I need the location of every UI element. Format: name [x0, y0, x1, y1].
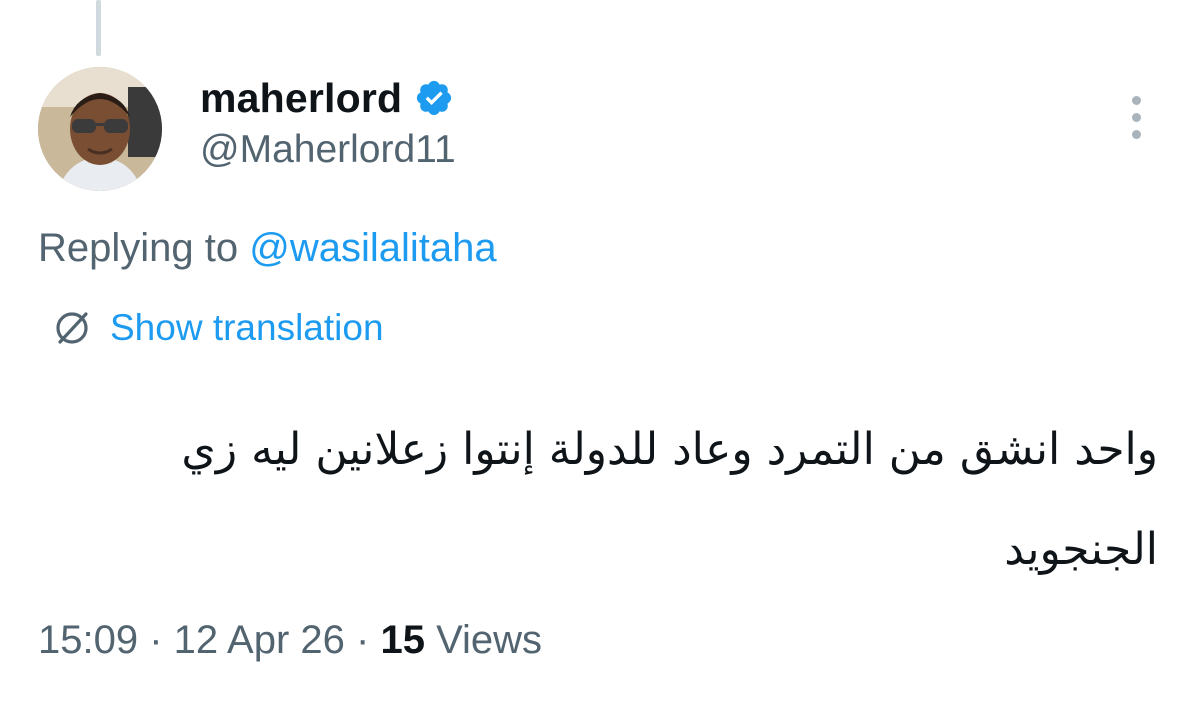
- thread-connector-line: [96, 0, 101, 56]
- author-name-row: maherlord: [200, 70, 454, 126]
- views-label[interactable]: Views: [425, 618, 542, 663]
- show-translation-button[interactable]: Show translation: [50, 306, 384, 350]
- show-translation-label: Show translation: [110, 307, 384, 348]
- tweet-metadata: 15:09 · 12 Apr 26 · 15 Views: [38, 618, 542, 663]
- avatar[interactable]: [38, 67, 162, 191]
- meta-separator: ·: [344, 618, 381, 662]
- translate-icon: [50, 306, 94, 350]
- more-dot-icon: [1131, 129, 1141, 139]
- more-dot-icon: [1131, 112, 1141, 122]
- author-display-name[interactable]: maherlord: [200, 75, 402, 122]
- more-options-button[interactable]: [1118, 92, 1154, 142]
- tweet-date[interactable]: 12 Apr 26: [174, 618, 345, 663]
- replying-to-handle-link[interactable]: @wasilalitaha: [249, 226, 496, 270]
- replying-to-line: Replying to @wasilalitaha: [38, 226, 497, 271]
- tweet-time[interactable]: 15:09: [38, 618, 138, 663]
- views-count[interactable]: 15: [380, 618, 425, 663]
- meta-separator: ·: [138, 618, 174, 662]
- verified-badge-icon: [414, 78, 454, 118]
- avatar-image: [38, 67, 162, 191]
- author-handle[interactable]: @Maherlord11: [200, 128, 456, 172]
- more-dot-icon: [1131, 95, 1141, 105]
- tweet-text: واحد انشق من التمرد وعاد للدولة إنتوا زع…: [181, 424, 1158, 575]
- replying-to-prefix: Replying to: [38, 226, 250, 270]
